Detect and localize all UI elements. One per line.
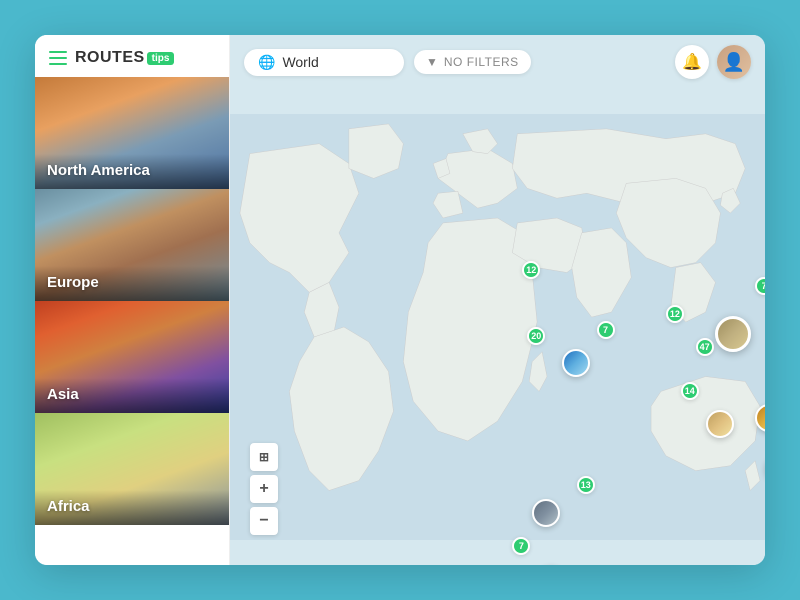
pins-container: 122071373221247732414732322 xyxy=(230,89,765,565)
map-pin-photo-p6[interactable] xyxy=(532,499,560,527)
map-container[interactable]: 122071373221247732414732322 ⊞ + − xyxy=(230,89,765,565)
sidebar-item-africa[interactable]: Africa xyxy=(35,413,229,525)
sidebar-item-europe[interactable]: Europe xyxy=(35,189,229,301)
map-pin-photo-p16[interactable] xyxy=(715,316,751,352)
map-pin-p15[interactable]: 47 xyxy=(696,338,714,356)
filter-button[interactable]: ▼ NO FILTERS xyxy=(414,50,531,74)
filter-text: NO FILTERS xyxy=(444,55,519,69)
map-pin-photo-p3[interactable] xyxy=(562,349,590,377)
notification-icon: 🔔 xyxy=(682,52,702,72)
region-list: North America Europe Asia Africa xyxy=(35,77,229,565)
search-text: World xyxy=(282,54,318,70)
sidebar-item-asia[interactable]: Asia xyxy=(35,301,229,413)
zoom-out-button[interactable]: − xyxy=(250,507,278,535)
avatar-icon: 👤 xyxy=(723,52,745,73)
globe-icon: 🌐 xyxy=(258,54,275,71)
region-label-north-america: North America xyxy=(47,162,217,179)
filter-icon: ▼ xyxy=(426,55,438,69)
topbar: 🌐 World ▼ NO FILTERS 🔔 👤 xyxy=(230,35,765,89)
map-pin-p17[interactable]: 7 xyxy=(755,277,765,295)
region-label-africa: Africa xyxy=(47,498,217,515)
sidebar-header: ROUTES tips xyxy=(35,35,229,77)
map-pin-p2[interactable]: 20 xyxy=(527,327,545,345)
map-pin-p7[interactable]: 7 xyxy=(512,537,530,555)
region-label-asia: Asia xyxy=(47,386,217,403)
zoom-out-icon: − xyxy=(259,512,268,530)
zoom-in-icon: + xyxy=(259,480,268,498)
map-controls: ⊞ + − xyxy=(250,443,278,535)
menu-icon[interactable] xyxy=(49,51,67,65)
main-area: 🌐 World ▼ NO FILTERS 🔔 👤 xyxy=(230,35,765,565)
map-pin-p22[interactable]: 14 xyxy=(681,382,699,400)
logo-tips: tips xyxy=(147,52,175,65)
layers-icon: ⊞ xyxy=(259,450,269,464)
search-bar[interactable]: 🌐 World xyxy=(244,49,404,76)
map-pin-p14[interactable]: 12 xyxy=(666,305,684,323)
map-pin-p5[interactable]: 13 xyxy=(577,476,595,494)
notification-button[interactable]: 🔔 xyxy=(675,45,709,79)
logo: ROUTES tips xyxy=(75,49,174,67)
avatar-button[interactable]: 👤 xyxy=(717,45,751,79)
map-pin-p1[interactable]: 12 xyxy=(522,261,540,279)
zoom-in-button[interactable]: + xyxy=(250,475,278,503)
app-container: ROUTES tips North America Europe Asia Afric… xyxy=(35,35,765,565)
map-pin-photo-p23[interactable] xyxy=(706,410,734,438)
layers-button[interactable]: ⊞ xyxy=(250,443,278,471)
topbar-right: 🔔 👤 xyxy=(675,45,751,79)
region-label-europe: Europe xyxy=(47,274,217,291)
map-pin-photo-p24[interactable] xyxy=(755,404,765,432)
sidebar-item-north-america[interactable]: North America xyxy=(35,77,229,189)
logo-routes: ROUTES xyxy=(75,49,145,67)
sidebar: ROUTES tips North America Europe Asia Afric… xyxy=(35,35,230,565)
map-pin-p4[interactable]: 7 xyxy=(597,321,615,339)
